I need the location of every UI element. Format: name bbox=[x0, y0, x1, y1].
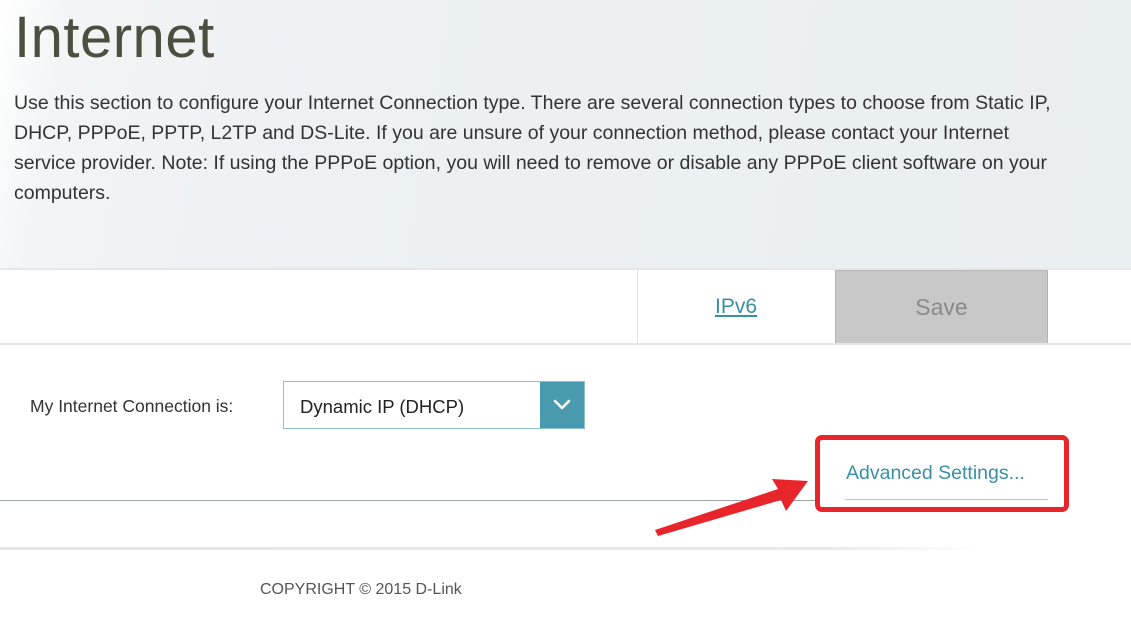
page-title: Internet bbox=[14, 5, 215, 70]
internet-settings-page: Internet Use this section to configure y… bbox=[0, 0, 1131, 624]
ipv6-link[interactable]: IPv6 bbox=[715, 295, 757, 319]
toolbar-divider-bottom bbox=[0, 343, 1131, 345]
annotation-arrow-icon bbox=[655, 479, 808, 536]
annotation-highlight-box bbox=[815, 435, 1069, 512]
page-header: Internet Use this section to configure y… bbox=[0, 0, 1131, 268]
save-button[interactable]: Save bbox=[835, 270, 1048, 344]
page-description: Use this section to configure your Inter… bbox=[14, 92, 1051, 204]
connection-type-value: Dynamic IP (DHCP) bbox=[300, 396, 465, 417]
connection-type-select[interactable]: Dynamic IP (DHCP) bbox=[283, 381, 585, 429]
copyright-text: COPYRIGHT © 2015 D-Link bbox=[260, 581, 462, 598]
ipv6-tab[interactable]: IPv6 bbox=[637, 270, 834, 343]
connection-type-label: My Internet Connection is: bbox=[30, 396, 234, 416]
footer-divider bbox=[0, 547, 980, 550]
chevron-down-icon[interactable] bbox=[540, 382, 584, 428]
